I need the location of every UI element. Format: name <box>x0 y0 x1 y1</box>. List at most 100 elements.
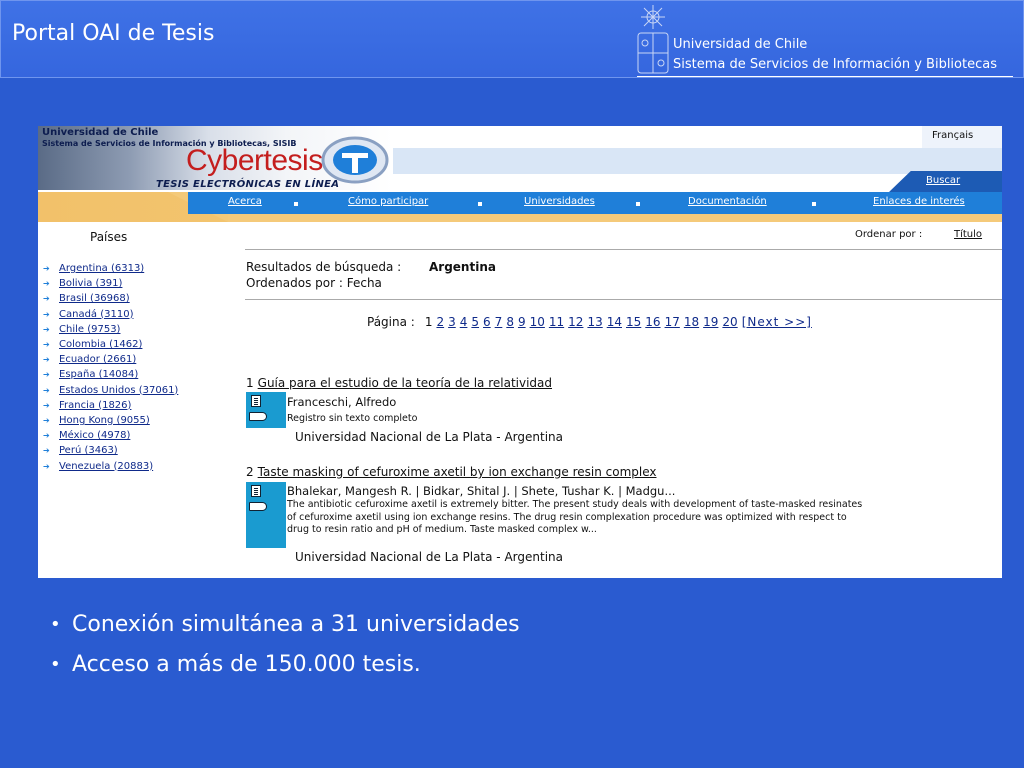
arrow-icon: ➔ <box>43 355 50 365</box>
country-item[interactable]: ➔ Hong Kong (9055) <box>43 413 178 428</box>
search-results-value: Argentina <box>429 260 496 274</box>
page-link[interactable]: 11 <box>549 315 564 329</box>
page-link[interactable]: 7 <box>495 315 503 329</box>
search-link-label: Buscar <box>926 175 961 186</box>
arrow-icon: ➔ <box>43 415 50 425</box>
page-link[interactable]: 12 <box>568 315 583 329</box>
arrow-icon: ➔ <box>43 431 50 441</box>
country-item[interactable]: ➔ Francia (1826) <box>43 398 178 413</box>
cybertesis-banner: Universidad de Chile Sistema de Servicio… <box>38 126 393 190</box>
cybertesis-tagline: TESIS ELECTRÓNICAS EN LÍNEA <box>156 179 340 190</box>
arrow-icon: ➔ <box>43 461 50 471</box>
country-item[interactable]: ➔ Brasil (36968) <box>43 291 178 306</box>
current-page: 1 <box>424 315 433 329</box>
arrow-icon: ➔ <box>43 294 50 304</box>
main-nav: Acerca Cómo participar Universidades Doc… <box>188 192 1002 214</box>
slide-title: Portal OAI de Tesis <box>12 21 215 46</box>
pagination: Página : 1 2 3 4 5 6 7 8 9 10 11 12 13 1… <box>367 315 812 329</box>
nav-enlaces[interactable]: Enlaces de interés <box>873 196 965 207</box>
page-link[interactable]: 5 <box>471 315 479 329</box>
page-link[interactable]: 6 <box>483 315 491 329</box>
page-link[interactable]: 14 <box>607 315 622 329</box>
page-link[interactable]: 18 <box>684 315 699 329</box>
country-item[interactable]: ➔ Chile (9753) <box>43 322 178 337</box>
divider <box>245 249 1002 250</box>
country-item[interactable]: ➔ Perú (3463) <box>43 443 178 458</box>
arrow-icon: ➔ <box>43 385 50 395</box>
record-institution: Universidad Nacional de La Plata - Argen… <box>295 550 563 564</box>
bullet-item: • Acceso a más de 150.000 tesis. <box>50 651 421 677</box>
library-system-line: Sistema de Servicios de Información y Bi… <box>673 57 997 72</box>
arrow-icon: ➔ <box>43 446 50 456</box>
page-link[interactable]: 17 <box>665 315 680 329</box>
page-link[interactable]: 15 <box>626 315 641 329</box>
country-item[interactable]: ➔ Argentina (6313) <box>43 261 178 276</box>
record-title: 2 Taste masking of cefuroxime axetil by i… <box>246 465 657 479</box>
document-icon[interactable] <box>251 395 261 407</box>
header-rule <box>637 76 1013 77</box>
record-title-link[interactable]: Taste masking of cefuroxime axetil by io… <box>258 465 657 479</box>
banner-university: Universidad de Chile <box>42 127 159 138</box>
ordered-by: Ordenados por : Fecha <box>246 276 382 290</box>
country-item[interactable]: ➔ Venezuela (20883) <box>43 458 178 473</box>
nav-acerca[interactable]: Acerca <box>228 196 262 207</box>
record-title: 1 Guía para el estudio de la teoría de la… <box>246 376 552 390</box>
page-link[interactable]: 2 <box>436 315 444 329</box>
nav-universidades[interactable]: Universidades <box>524 196 595 207</box>
document-icon[interactable] <box>251 485 261 497</box>
cybertesis-brand: Cybertesis <box>186 144 323 177</box>
nav-como-participar[interactable]: Cómo participar <box>348 196 428 207</box>
country-item[interactable]: ➔ Canadá (3110) <box>43 307 178 322</box>
country-item[interactable]: ➔ España (14084) <box>43 367 178 382</box>
record-authors: Franceschi, Alfredo <box>287 395 397 409</box>
country-item[interactable]: ➔ México (4978) <box>43 428 178 443</box>
arrow-icon: ➔ <box>43 309 50 319</box>
country-item[interactable]: ➔ Estados Unidos (37061) <box>43 383 178 398</box>
divider <box>245 299 1002 300</box>
arrow-icon: ➔ <box>43 340 50 350</box>
record-number: 2 <box>246 465 254 479</box>
country-item[interactable]: ➔ Colombia (1462) <box>43 337 178 352</box>
bullet-item: • Conexión simultánea a 31 universidades <box>50 611 520 637</box>
record-number: 1 <box>246 376 254 390</box>
page-label: Página : <box>367 315 415 329</box>
country-item[interactable]: ➔ Ecuador (2661) <box>43 352 178 367</box>
page-link[interactable]: 10 <box>530 315 545 329</box>
arrow-icon: ➔ <box>43 279 50 289</box>
countries-title: Países <box>90 230 128 244</box>
record-institution: Universidad Nacional de La Plata - Argen… <box>295 430 563 444</box>
university-line: Universidad de Chile <box>673 37 808 52</box>
cybertesis-screenshot: Universidad de Chile Sistema de Servicio… <box>38 126 1002 578</box>
slide-header: Portal OAI de Tesis Universidad de Chile… <box>0 0 1024 78</box>
arrow-icon: ➔ <box>43 324 50 334</box>
country-list: ➔ Argentina (6313) ➔ Bolivia (391) ➔ Brasil… <box>43 261 178 474</box>
page-link[interactable]: 13 <box>587 315 602 329</box>
page-link[interactable]: 9 <box>518 315 526 329</box>
university-crest-icon <box>637 5 669 74</box>
language-link[interactable]: Français <box>922 126 1002 148</box>
page-link[interactable]: 20 <box>722 315 737 329</box>
record-icons <box>246 482 286 548</box>
record-title-link[interactable]: Guía para el estudio de la teoría de la … <box>258 376 552 390</box>
sort-by-title-link[interactable]: Título <box>954 229 982 240</box>
page-link[interactable]: 19 <box>703 315 718 329</box>
arrow-icon: ➔ <box>43 264 50 274</box>
next-page-link[interactable]: [Next >>] <box>742 315 812 329</box>
search-results-label: Resultados de búsqueda : <box>246 260 402 274</box>
record-authors: Bhalekar, Mangesh R. | Bidkar, Shital J.… <box>287 484 676 498</box>
cybertesis-logo-icon <box>321 136 389 184</box>
sort-label: Ordenar por : <box>855 229 923 240</box>
arrow-icon: ➔ <box>43 400 50 410</box>
nav-documentacion[interactable]: Documentación <box>688 196 767 207</box>
pointing-hand-icon[interactable] <box>249 502 267 511</box>
page-link[interactable]: 16 <box>645 315 660 329</box>
university-name: Universidad de Chile Sistema de Servicio… <box>673 35 997 75</box>
slide-bullets: • Conexión simultánea a 31 universidades … <box>50 604 520 684</box>
arrow-icon: ➔ <box>43 370 50 380</box>
record-abstract: The antibiotic cefuroxime axetil is extr… <box>287 499 863 535</box>
pointing-hand-icon[interactable] <box>249 412 267 421</box>
page-link[interactable]: 3 <box>448 315 456 329</box>
page-link[interactable]: 4 <box>460 315 468 329</box>
country-item[interactable]: ➔ Bolivia (391) <box>43 276 178 291</box>
page-link[interactable]: 8 <box>506 315 514 329</box>
